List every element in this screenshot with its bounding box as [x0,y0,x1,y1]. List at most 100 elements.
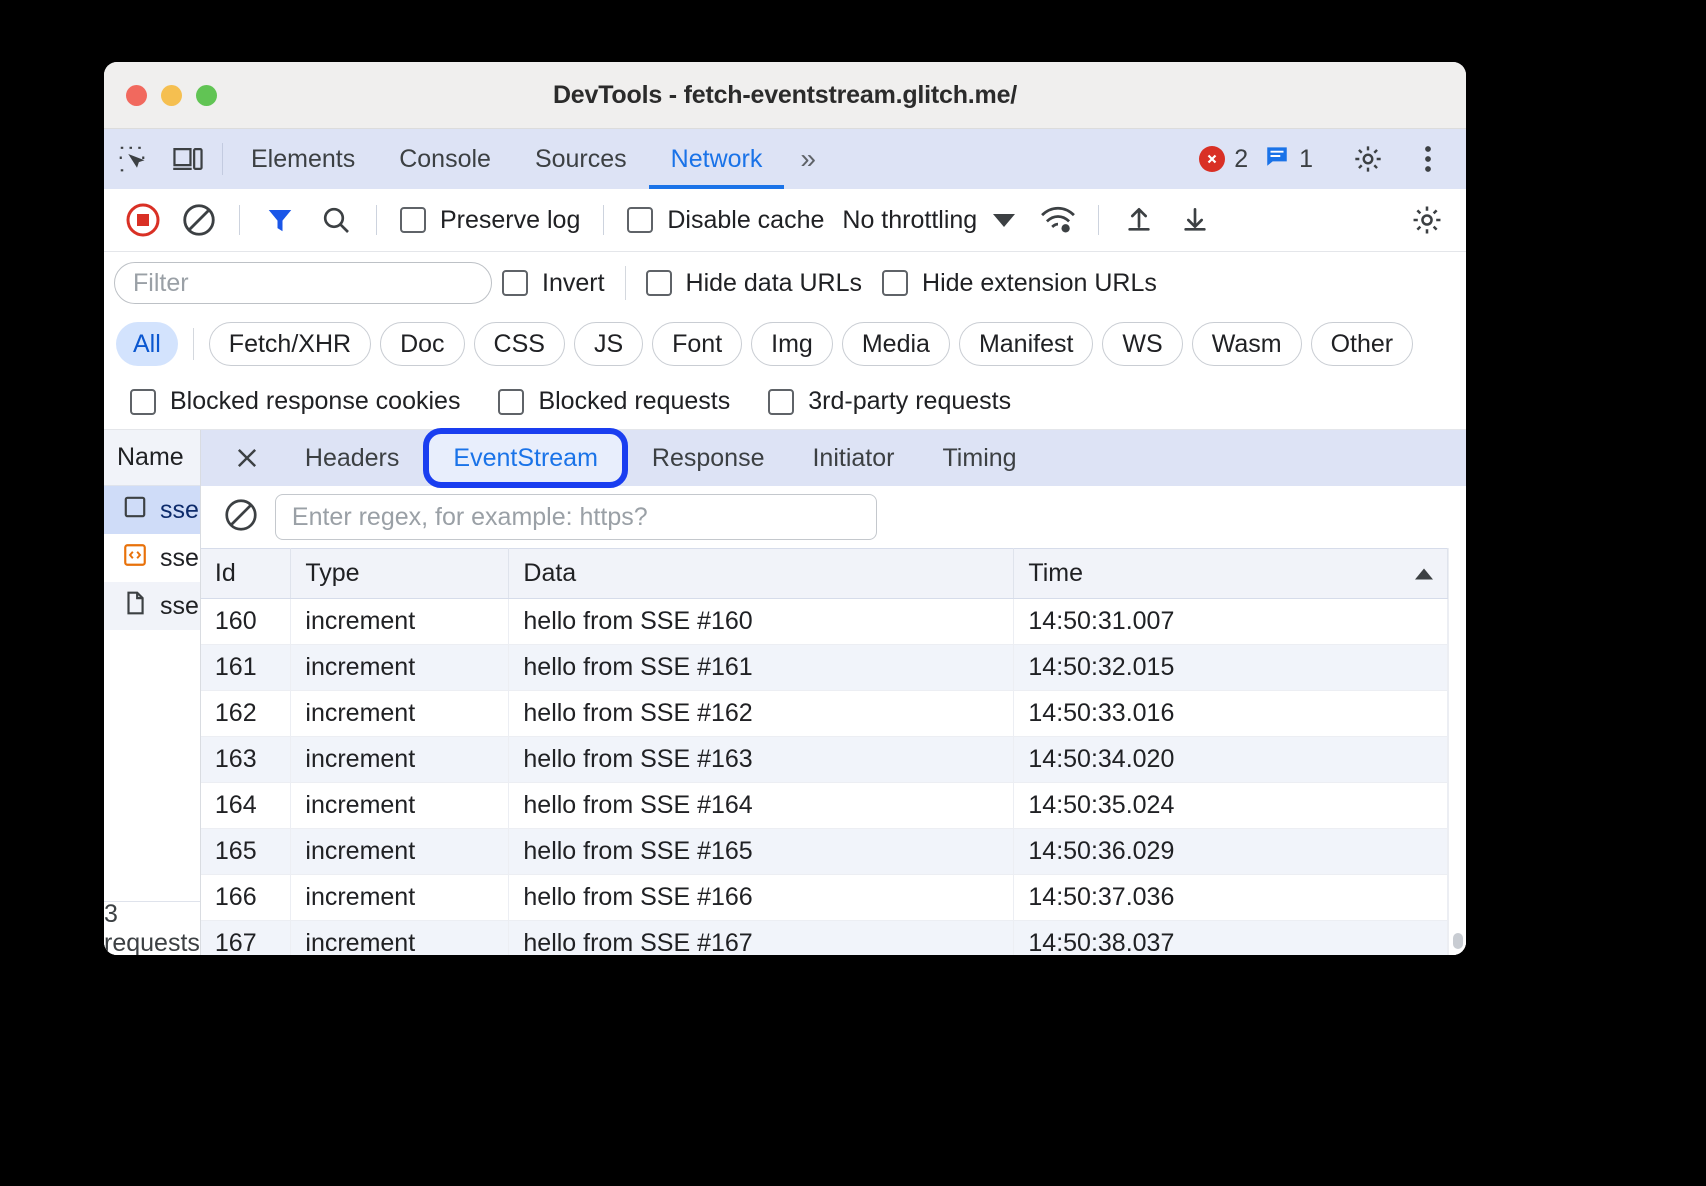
filter-input[interactable] [114,262,492,304]
tab-sources[interactable]: Sources [513,129,649,189]
cell-type: increment [291,737,509,783]
list-item[interactable]: sse [104,582,200,630]
blocked-response-cookies-checkbox[interactable]: Blocked response cookies [120,387,470,416]
more-tabs-icon[interactable]: » [784,129,832,189]
list-item[interactable]: sse [104,486,200,534]
regex-filter-input[interactable] [275,494,877,540]
cell-id: 167 [201,921,291,956]
disable-cache-checkbox[interactable]: Disable cache [617,206,834,235]
blocked-requests-checkbox[interactable]: Blocked requests [488,387,740,416]
pill-img[interactable]: Img [751,322,833,366]
download-icon[interactable] [1168,193,1222,247]
table-row[interactable]: 160 increment hello from SSE #160 14:50:… [201,599,1448,645]
cell-time: 14:50:34.020 [1014,737,1448,783]
request-name: sse [160,544,199,573]
tab-response[interactable]: Response [628,434,789,482]
pill-css[interactable]: CSS [474,322,565,366]
table-header-row: Id Type Data Time [201,549,1448,599]
cell-id: 164 [201,783,291,829]
cell-id: 163 [201,737,291,783]
preserve-log-checkbox[interactable]: Preserve log [390,206,590,235]
tabbar-right-group: 2 1 [1193,129,1466,189]
tab-console-label: Console [399,145,491,174]
scrollbar-thumb[interactable] [1453,933,1463,949]
pill-manifest[interactable]: Manifest [959,322,1093,366]
inspect-element-icon[interactable] [104,129,160,189]
column-header-id[interactable]: Id [201,549,291,599]
toolbar-divider-2 [376,205,377,235]
invert-checkbox[interactable]: Invert [492,269,615,298]
eventstream-table: Id Type Data Time 160 increment [201,548,1448,955]
blocked-response-cookies-label: Blocked response cookies [170,387,460,416]
tab-timing[interactable]: Timing [918,434,1040,482]
table-scrollbar[interactable] [1448,548,1466,955]
tab-network[interactable]: Network [649,129,785,189]
gear-icon[interactable] [1340,143,1396,175]
hide-extension-urls-box [882,270,908,296]
pill-media[interactable]: Media [842,322,950,366]
pill-wasm[interactable]: Wasm [1192,322,1302,366]
cell-type: increment [291,691,509,737]
table-row[interactable]: 165 increment hello from SSE #165 14:50:… [201,829,1448,875]
column-header-data[interactable]: Data [509,549,1014,599]
cell-id: 160 [201,599,291,645]
kebab-menu-icon[interactable] [1400,144,1456,174]
column-header-time[interactable]: Time [1014,549,1448,599]
table-row[interactable]: 162 increment hello from SSE #162 14:50:… [201,691,1448,737]
third-party-requests-checkbox[interactable]: 3rd-party requests [758,387,1021,416]
request-filter-checkboxes: Blocked response cookies Blocked request… [104,374,1466,430]
tab-initiator[interactable]: Initiator [788,434,918,482]
pill-ws[interactable]: WS [1102,322,1182,366]
device-toolbar-icon[interactable] [160,129,216,189]
pill-js[interactable]: JS [574,322,643,366]
throttling-dropdown[interactable]: No throttling [836,206,1015,235]
wifi-settings-icon[interactable] [1031,193,1085,247]
cell-data: hello from SSE #162 [509,691,1014,737]
devtools-tabbar: Elements Console Sources Network » 2 [104,129,1466,189]
column-header-type[interactable]: Type [291,549,509,599]
table-row[interactable]: 164 increment hello from SSE #164 14:50:… [201,783,1448,829]
pill-fetch-xhr[interactable]: Fetch/XHR [209,322,371,366]
tab-eventstream[interactable]: EventStream [429,434,622,482]
error-badge[interactable]: 2 [1193,145,1254,174]
devtools-window: DevTools - fetch-eventstream.glitch.me/ … [104,62,1466,955]
name-column-header[interactable]: Name [104,430,200,486]
table-row[interactable]: 161 increment hello from SSE #161 14:50:… [201,645,1448,691]
message-badge[interactable]: 1 [1258,143,1319,176]
pill-doc[interactable]: Doc [380,322,464,366]
close-x-icon[interactable] [223,434,281,482]
hide-data-urls-box [646,270,672,296]
record-stop-icon[interactable] [116,193,170,247]
cell-data: hello from SSE #160 [509,599,1014,645]
blocked-response-cookies-box [130,389,156,415]
cell-data: hello from SSE #167 [509,921,1014,956]
table-row[interactable]: 166 increment hello from SSE #166 14:50:… [201,875,1448,921]
blocked-requests-label: Blocked requests [538,387,730,416]
filter-funnel-icon[interactable] [253,193,307,247]
hide-extension-urls-checkbox[interactable]: Hide extension URLs [872,269,1167,298]
pill-all[interactable]: All [116,322,178,366]
preserve-log-box [400,207,426,233]
upload-icon[interactable] [1112,193,1166,247]
empty-square-icon [122,494,148,527]
search-icon[interactable] [309,193,363,247]
tab-headers[interactable]: Headers [281,434,424,482]
table-row[interactable]: 167 increment hello from SSE #167 14:50:… [201,921,1448,956]
network-settings-gear-icon[interactable] [1400,193,1454,247]
hide-data-urls-checkbox[interactable]: Hide data URLs [636,269,872,298]
tab-elements[interactable]: Elements [229,129,377,189]
tab-elements-label: Elements [251,145,355,174]
clear-icon[interactable] [172,193,226,247]
pill-other[interactable]: Other [1311,322,1414,366]
list-item[interactable]: sse [104,534,200,582]
invert-label: Invert [542,269,605,298]
table-row[interactable]: 163 increment hello from SSE #163 14:50:… [201,737,1448,783]
clear-circle-slash-icon[interactable] [223,497,259,538]
cell-data: hello from SSE #164 [509,783,1014,829]
tab-console[interactable]: Console [377,129,513,189]
window-titlebar: DevTools - fetch-eventstream.glitch.me/ [104,62,1466,129]
pill-divider [193,328,194,360]
window-title: DevTools - fetch-eventstream.glitch.me/ [104,81,1466,110]
pill-font[interactable]: Font [652,322,742,366]
requests-count-footer: 3 requests [104,901,200,955]
